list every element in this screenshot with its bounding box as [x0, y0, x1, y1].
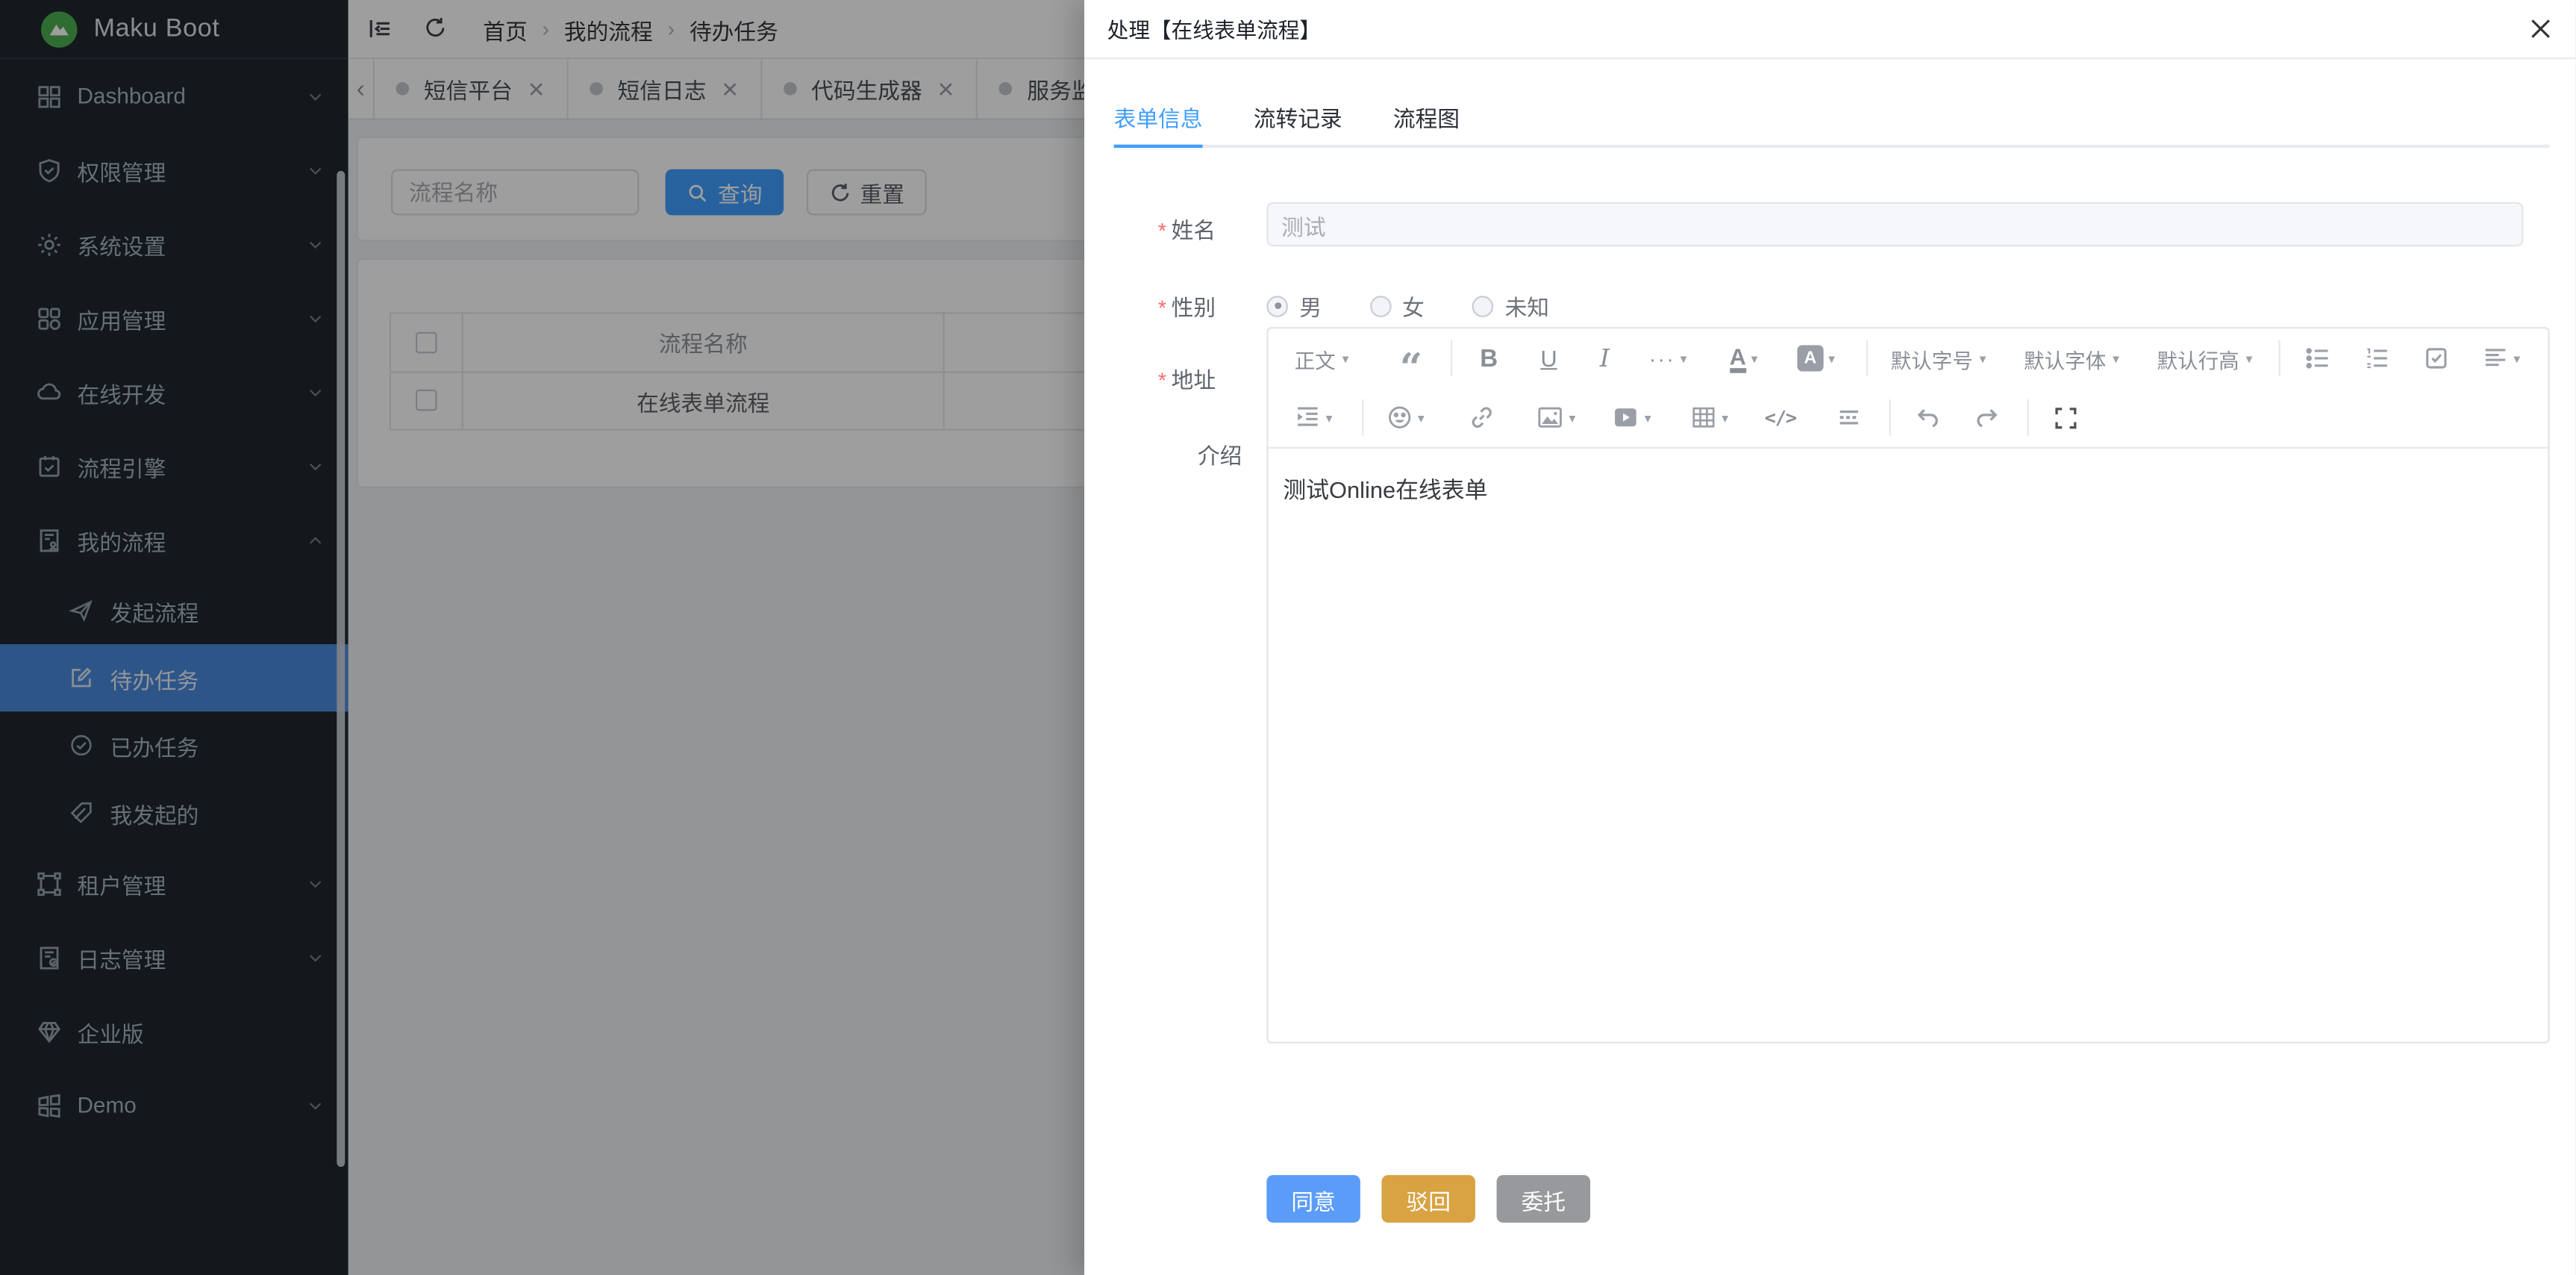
- radio-icon: [1369, 295, 1391, 317]
- reject-button[interactable]: 驳回: [1381, 1175, 1475, 1223]
- align-icon[interactable]: ▾: [2483, 345, 2521, 371]
- radio-unknown[interactable]: 未知: [1472, 289, 1549, 322]
- todo-list-icon[interactable]: [2423, 345, 2449, 371]
- font-size-select[interactable]: 默认字号▾: [1891, 343, 1986, 374]
- approve-button[interactable]: 同意: [1266, 1175, 1360, 1223]
- gender-label: 性别: [1172, 296, 1216, 320]
- divider-icon[interactable]: [1836, 405, 1863, 431]
- radio-icon: [1472, 295, 1494, 317]
- tab-form-info[interactable]: 表单信息: [1114, 87, 1203, 145]
- blockquote-icon[interactable]: “: [1400, 340, 1422, 376]
- numbered-list-icon[interactable]: [2364, 345, 2390, 371]
- tab-flow-records[interactable]: 流转记录: [1254, 87, 1342, 145]
- more-styles-icon[interactable]: ···▾: [1649, 346, 1687, 370]
- drawer-close-icon[interactable]: [2527, 16, 2553, 42]
- undo-icon[interactable]: [1915, 405, 1942, 431]
- line-height-select[interactable]: 默认行高▾: [2157, 343, 2253, 374]
- image-icon[interactable]: ▾: [1536, 405, 1575, 431]
- editor-toolbar-row2: ▾ ▾ ▾ ▾ ▾ </>: [1269, 388, 2548, 447]
- underline-icon[interactable]: U: [1540, 345, 1557, 371]
- link-icon[interactable]: [1469, 405, 1495, 431]
- name-input[interactable]: [1266, 202, 2523, 246]
- editor-content[interactable]: 测试Online在线表单: [1269, 449, 2548, 531]
- name-label: 姓名: [1172, 219, 1216, 243]
- intro-rich-text-editor: 正文▾ “ B U I ···▾ A▾ A▾ 默认字号▾ 默认字体▾ 默认行高▾…: [1266, 327, 2549, 1044]
- emoji-icon[interactable]: ▾: [1387, 405, 1425, 431]
- font-color-icon[interactable]: A▾: [1730, 344, 1758, 372]
- drawer-title: 处理【在线表单流程】: [1107, 13, 1321, 45]
- required-asterisk: *: [1158, 219, 1166, 243]
- app-window: Maku Boot Dashboard 权限管理 系统设置 应用管理: [0, 0, 2576, 1275]
- radio-female[interactable]: 女: [1369, 289, 1425, 322]
- intro-label: 介绍: [1198, 437, 1242, 470]
- bold-icon[interactable]: B: [1480, 344, 1498, 372]
- radio-male[interactable]: 男: [1266, 289, 1322, 322]
- required-asterisk: *: [1158, 368, 1166, 393]
- paragraph-select[interactable]: 正文▾: [1295, 343, 1349, 374]
- video-icon[interactable]: ▾: [1612, 405, 1651, 431]
- italic-icon[interactable]: I: [1600, 343, 1610, 373]
- redo-icon[interactable]: [1974, 405, 2001, 431]
- drawer-tabs: 表单信息 流转记录 流程图: [1114, 87, 2550, 148]
- process-drawer: 处理【在线表单流程】 表单信息 流转记录 流程图 *姓名 *性别 男: [1084, 0, 2576, 1275]
- table-icon[interactable]: ▾: [1690, 405, 1728, 431]
- code-block-icon[interactable]: </>: [1765, 406, 1796, 429]
- required-asterisk: *: [1158, 296, 1166, 320]
- bulleted-list-icon[interactable]: [2305, 345, 2331, 371]
- drawer-header: 处理【在线表单流程】: [1084, 0, 2576, 59]
- fullscreen-icon[interactable]: [2054, 405, 2079, 430]
- gender-radio-group: 男 女 未知: [1266, 289, 2523, 322]
- editor-toolbar-row1: 正文▾ “ B U I ···▾ A▾ A▾ 默认字号▾ 默认字体▾ 默认行高▾…: [1269, 328, 2548, 387]
- delegate-button[interactable]: 委托: [1497, 1175, 1590, 1223]
- drawer-actions: 同意 驳回 委托: [1266, 1175, 1590, 1223]
- tab-flow-diagram[interactable]: 流程图: [1393, 87, 1460, 145]
- indent-icon[interactable]: ▾: [1295, 405, 1333, 431]
- font-family-select[interactable]: 默认字体▾: [2024, 343, 2119, 374]
- radio-icon: [1266, 295, 1288, 317]
- address-label: 地址: [1172, 368, 1216, 393]
- bg-color-icon[interactable]: A▾: [1797, 345, 1835, 371]
